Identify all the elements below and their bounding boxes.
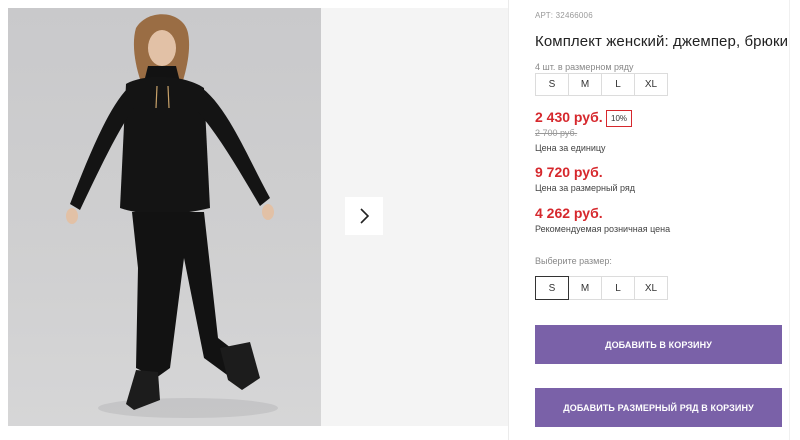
add-to-cart-button[interactable]: ДОБАВИТЬ В КОРЗИНУ <box>535 325 782 364</box>
article-number: АРТ: 32466006 <box>535 11 593 20</box>
size-option-xl[interactable]: XL <box>634 276 668 300</box>
row-size-s: S <box>535 73 569 96</box>
gallery-next-button[interactable] <box>345 197 383 235</box>
size-option-m[interactable]: M <box>568 276 602 300</box>
unit-price-caption: Цена за единицу <box>535 143 606 153</box>
product-photo[interactable] <box>8 8 321 426</box>
row-size-m: M <box>568 73 602 96</box>
size-option-s[interactable]: S <box>535 276 569 300</box>
row-sizes-list: S M L XL <box>535 73 668 96</box>
divider <box>789 0 790 440</box>
divider <box>508 0 509 440</box>
size-picker-caption: Выберите размер: <box>535 256 612 266</box>
old-price: 2 700 руб. <box>535 128 578 138</box>
row-size-l: L <box>601 73 635 96</box>
model-figure <box>66 14 278 418</box>
discount-badge: 10% <box>606 110 633 127</box>
size-option-l[interactable]: L <box>601 276 635 300</box>
size-picker: S M L XL <box>535 276 668 300</box>
retail-price: 4 262 руб. <box>535 205 603 221</box>
product-title: Комплект женский: джемпер, брюки <box>535 33 789 50</box>
unit-price: 2 430 руб. <box>535 109 603 125</box>
row-price-caption: Цена за размерный ряд <box>535 183 636 193</box>
chevron-right-icon <box>360 208 370 224</box>
retail-price-caption: Рекомендуемая розничная цена <box>535 224 671 234</box>
row-sizes-caption: 4 шт. в размерном ряду <box>535 62 634 72</box>
add-row-to-cart-button[interactable]: ДОБАВИТЬ РАЗМЕРНЫЙ РЯД В КОРЗИНУ <box>535 388 782 427</box>
row-size-xl: XL <box>634 73 668 96</box>
row-price: 9 720 руб. <box>535 164 603 180</box>
product-gallery <box>0 0 508 440</box>
